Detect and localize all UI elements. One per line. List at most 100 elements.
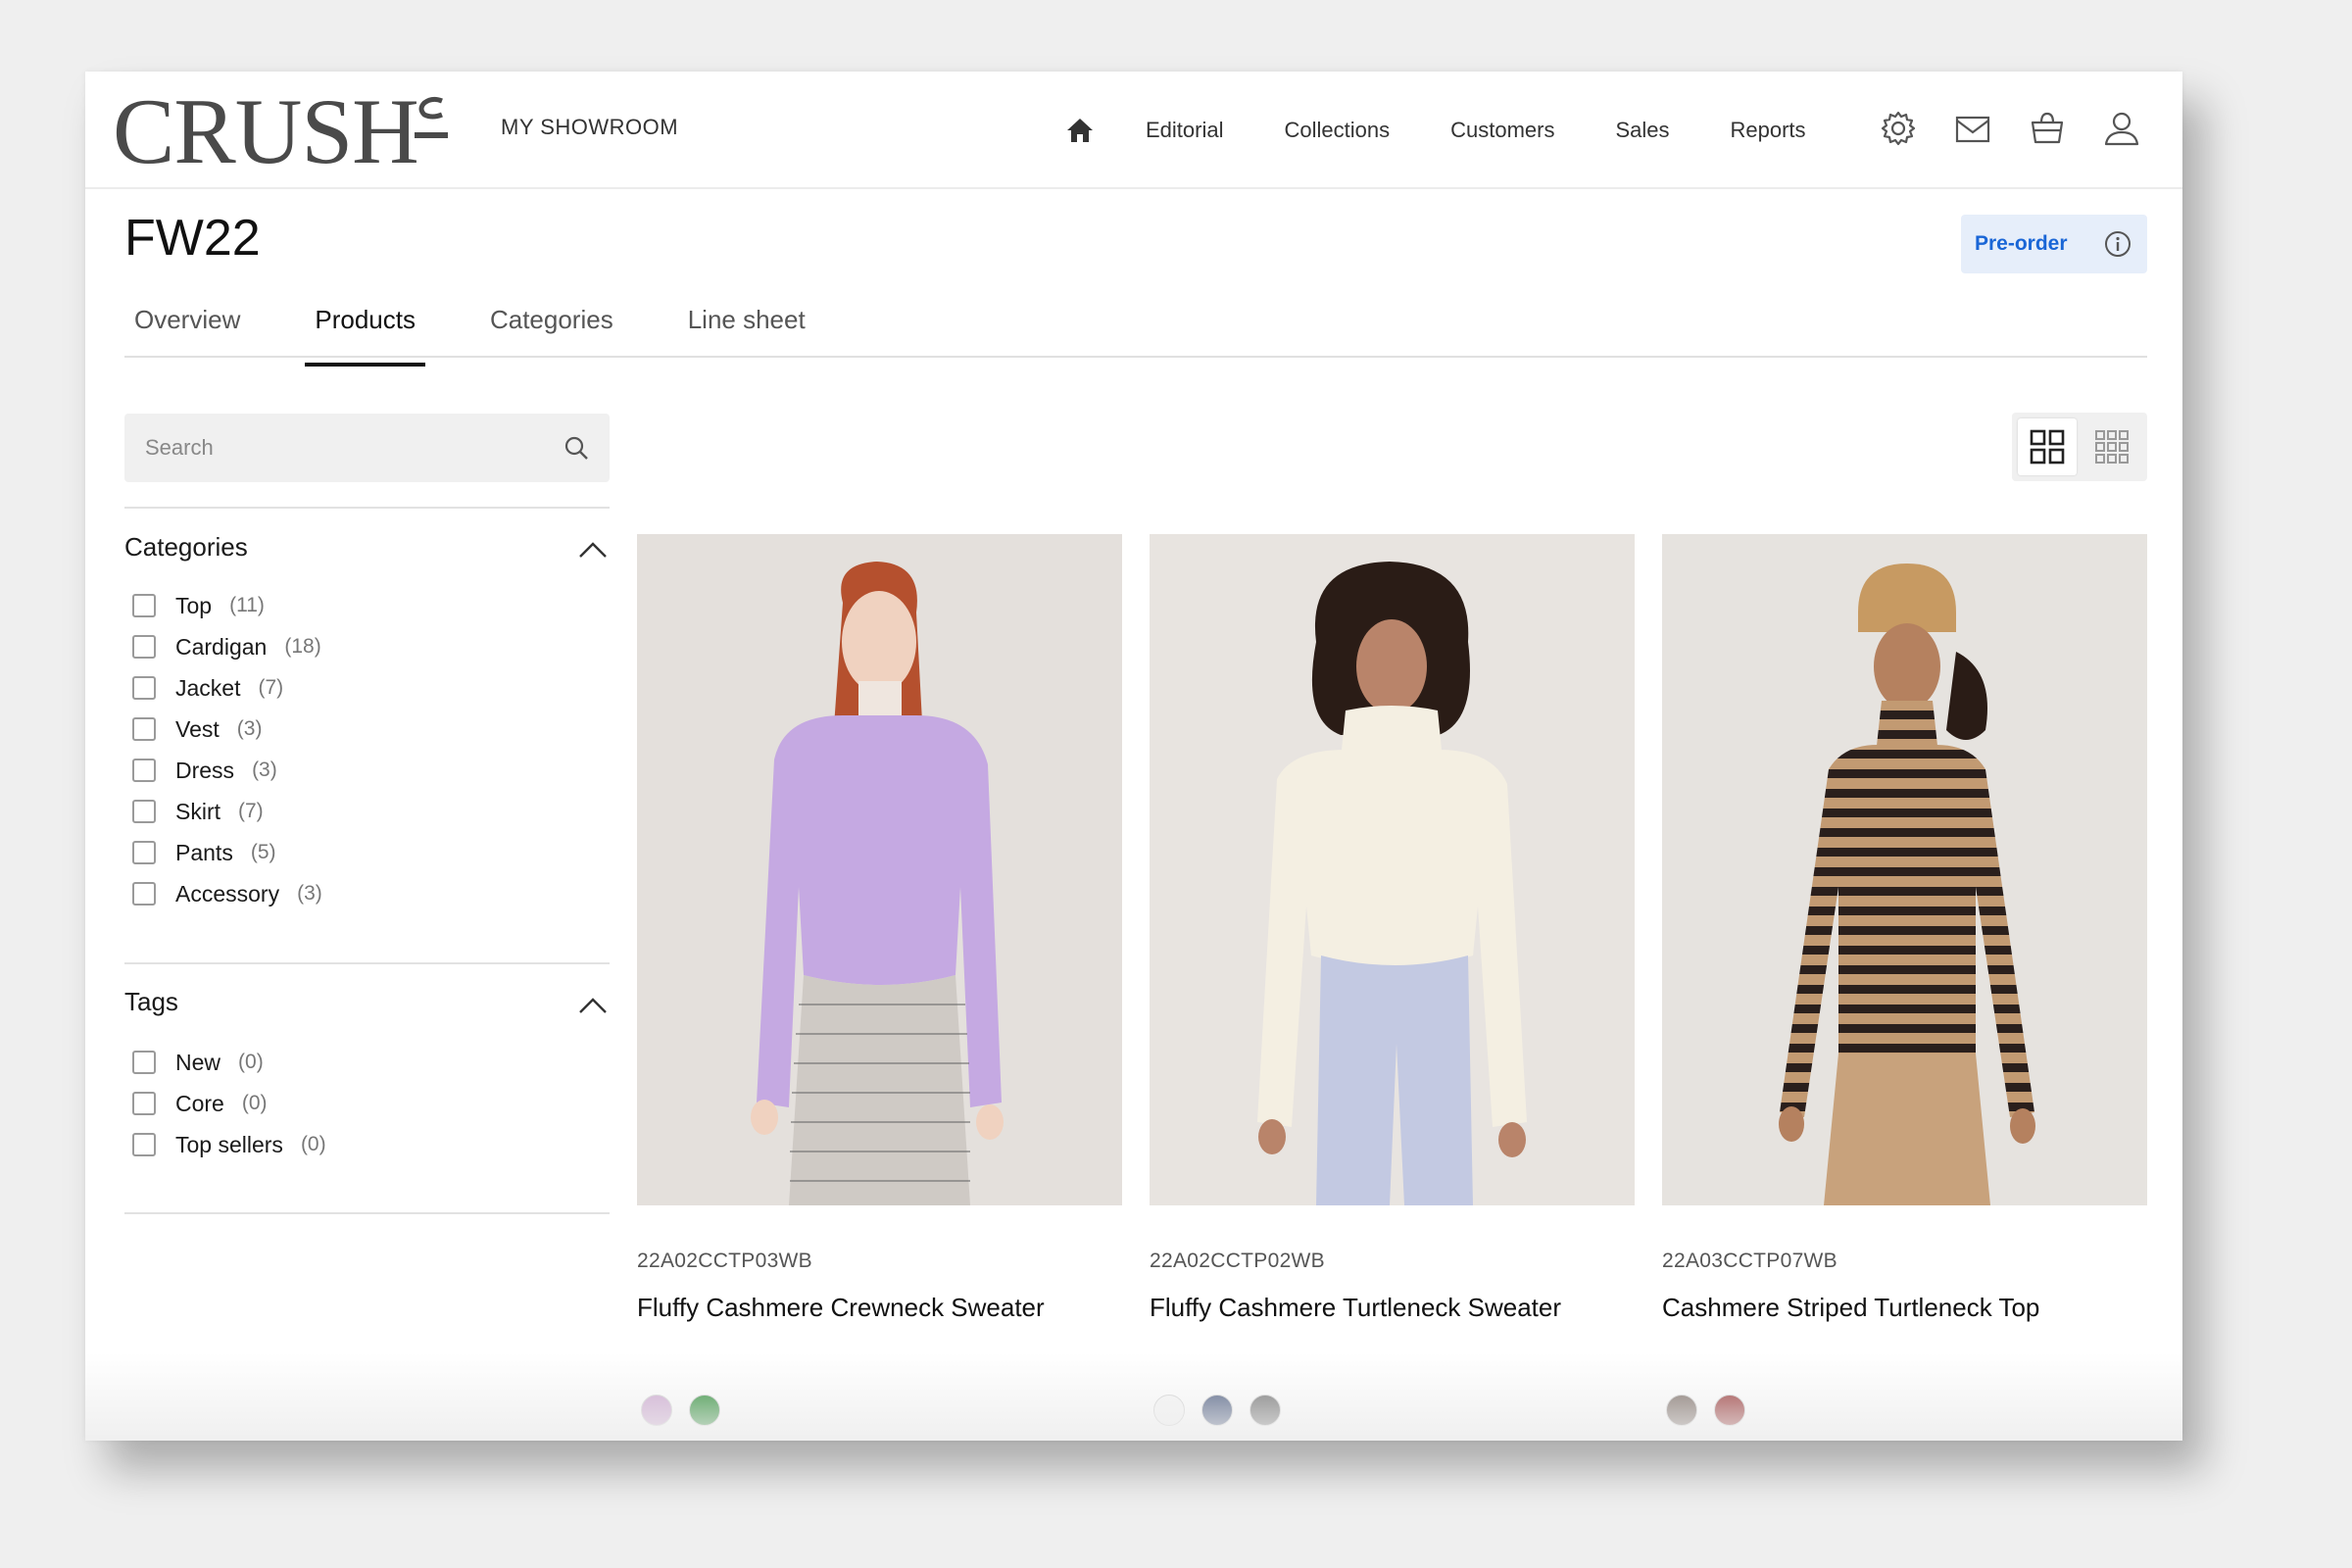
tag-filter-top-sellers[interactable]: Top sellers (0) — [132, 1124, 326, 1165]
filter-label: Accessory — [175, 880, 280, 906]
product-image[interactable] — [1150, 534, 1635, 1205]
view-toggle — [2012, 413, 2147, 481]
filter-count: (0) — [241, 1092, 268, 1114]
page-title: FW22 — [124, 210, 261, 267]
info-icon[interactable] — [2104, 230, 2132, 258]
filter-label: Top sellers — [175, 1131, 283, 1157]
grid-large-icon — [2030, 429, 2065, 465]
tab-categories[interactable]: Categories — [480, 305, 623, 353]
tab-overview[interactable]: Overview — [124, 305, 250, 353]
preorder-badge[interactable]: Pre-order — [1961, 215, 2147, 273]
product-photo-crewneck — [637, 534, 1122, 1205]
checkbox[interactable] — [132, 882, 156, 906]
main-nav: Editorial Collections Customers Sales Re… — [1065, 72, 1867, 189]
filter-label: Jacket — [175, 674, 241, 701]
tags-filter-list: New (0) Core (0) Top sellers (0) — [132, 1042, 326, 1165]
filter-label: Skirt — [175, 798, 220, 824]
user-icon[interactable] — [2102, 109, 2141, 148]
sidebar-divider — [124, 507, 610, 509]
color-swatches — [1153, 1395, 1298, 1426]
nav-collections[interactable]: Collections — [1284, 118, 1390, 143]
checkbox[interactable] — [132, 759, 156, 782]
category-filter-pants[interactable]: Pants (5) — [132, 832, 322, 873]
filter-label: Top — [175, 592, 213, 618]
filter-count: (3) — [236, 717, 263, 740]
filter-count: (3) — [252, 759, 277, 781]
product-image[interactable] — [637, 534, 1122, 1205]
checkbox[interactable] — [132, 1051, 156, 1074]
product-image[interactable] — [1662, 534, 2147, 1205]
settings-icon[interactable] — [1879, 109, 1918, 148]
filter-count: (3) — [297, 882, 322, 905]
categories-title: Categories — [124, 532, 248, 562]
filter-label: New — [175, 1049, 221, 1075]
categories-filter-list: Top (11) Cardigan (18) Jacket (7) Vest (3) D… — [132, 585, 322, 914]
category-filter-accessory[interactable]: Accessory (3) — [132, 873, 322, 914]
category-filter-dress[interactable]: Dress (3) — [132, 750, 322, 791]
category-filter-cardigan[interactable]: Cardigan (18) — [132, 626, 322, 667]
checkbox[interactable] — [132, 841, 156, 864]
chevron-up-icon[interactable] — [577, 540, 609, 560]
filter-label: Vest — [175, 715, 220, 742]
grid-small-view-button[interactable] — [2082, 418, 2141, 475]
color-swatches — [1666, 1395, 1762, 1426]
mail-icon[interactable] — [1953, 109, 1992, 148]
tag-filter-new[interactable]: New (0) — [132, 1042, 326, 1083]
logo-mark-icon — [415, 96, 448, 138]
tab-line-sheet[interactable]: Line sheet — [678, 305, 815, 353]
color-swatch[interactable] — [1201, 1395, 1233, 1426]
filter-label: Core — [175, 1090, 224, 1116]
filter-count: (5) — [250, 841, 276, 863]
tag-filter-core[interactable]: Core (0) — [132, 1083, 326, 1124]
checkbox[interactable] — [132, 594, 156, 617]
category-filter-top[interactable]: Top (11) — [132, 585, 322, 626]
category-filter-vest[interactable]: Vest (3) — [132, 709, 322, 750]
product-name[interactable]: Cashmere Striped Turtleneck Top — [1662, 1293, 2039, 1323]
nav-customers[interactable]: Customers — [1450, 118, 1554, 143]
category-filter-jacket[interactable]: Jacket (7) — [132, 667, 322, 709]
checkbox[interactable] — [132, 717, 156, 741]
product-card[interactable]: 22A02CCTP03WB Fluffy Cashmere Crewneck S… — [637, 534, 1122, 1426]
checkbox[interactable] — [132, 1133, 156, 1156]
checkbox[interactable] — [132, 1092, 156, 1115]
color-swatch[interactable] — [1666, 1395, 1697, 1426]
filter-count: (7) — [258, 676, 284, 699]
color-swatch[interactable] — [689, 1395, 720, 1426]
search-icon[interactable] — [563, 434, 590, 462]
grid-small-icon — [2095, 430, 2129, 464]
checkbox[interactable] — [132, 635, 156, 659]
product-sku: 22A03CCTP07WB — [1662, 1250, 1838, 1272]
product-name[interactable]: Fluffy Cashmere Crewneck Sweater — [637, 1293, 1045, 1323]
color-swatch[interactable] — [1250, 1395, 1281, 1426]
home-icon[interactable] — [1065, 116, 1095, 145]
color-swatch[interactable] — [1153, 1395, 1185, 1426]
filter-label: Cardigan — [175, 633, 268, 660]
color-swatches — [641, 1395, 737, 1426]
nav-sales[interactable]: Sales — [1615, 118, 1669, 143]
grid-large-view-button[interactable] — [2018, 418, 2077, 475]
nav-reports[interactable]: Reports — [1731, 118, 1806, 143]
top-navigation-bar: CRUSH MY SHOWROOM Editorial Collections … — [85, 72, 2182, 189]
product-card[interactable]: 22A03CCTP07WB Cashmere Striped Turtlenec… — [1662, 534, 2147, 1426]
search-box — [124, 414, 610, 482]
filter-count: (0) — [238, 1051, 264, 1073]
color-swatch[interactable] — [641, 1395, 672, 1426]
nav-editorial[interactable]: Editorial — [1146, 118, 1223, 143]
tab-products[interactable]: Products — [305, 305, 425, 367]
product-card[interactable]: 22A02CCTP02WB Fluffy Cashmere Turtleneck… — [1150, 534, 1635, 1426]
my-showroom-link[interactable]: MY SHOWROOM — [501, 115, 678, 140]
preorder-label: Pre-order — [1975, 232, 2068, 255]
checkbox[interactable] — [132, 676, 156, 700]
app-window: CRUSH MY SHOWROOM Editorial Collections … — [85, 72, 2182, 1441]
product-photo-turtleneck — [1150, 534, 1635, 1205]
chevron-up-icon[interactable] — [577, 996, 609, 1015]
search-input[interactable] — [124, 414, 556, 482]
brand-logo[interactable]: CRUSH — [113, 85, 419, 178]
color-swatch[interactable] — [1714, 1395, 1745, 1426]
tags-title: Tags — [124, 987, 178, 1016]
bag-icon[interactable] — [2028, 109, 2067, 148]
category-filter-skirt[interactable]: Skirt (7) — [132, 791, 322, 832]
checkbox[interactable] — [132, 800, 156, 823]
product-name[interactable]: Fluffy Cashmere Turtleneck Sweater — [1150, 1293, 1561, 1323]
filter-count: (18) — [284, 635, 321, 658]
